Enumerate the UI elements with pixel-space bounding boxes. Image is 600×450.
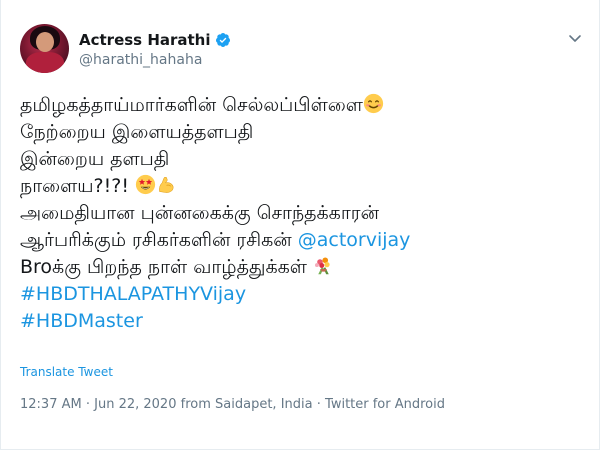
flexed-biceps-icon: [159, 176, 174, 193]
translate-tweet-link[interactable]: Translate Tweet: [20, 365, 113, 379]
from-label: from: [180, 397, 211, 412]
avatar-body: [26, 52, 64, 73]
tweet-line-3: இன்றைய தளபதி: [20, 148, 170, 170]
author-handle[interactable]: @harathi_hahaha: [79, 52, 202, 68]
avatar[interactable]: [20, 24, 69, 73]
avatar-face: [36, 32, 54, 52]
tweet-line-4: நாளைய?!?!: [20, 173, 590, 200]
tweet-line-2: நேற்றைய இளையத்தளபதி: [20, 121, 254, 143]
tweet-date[interactable]: Jun 22, 2020: [94, 397, 176, 412]
hashtag-link-1[interactable]: #HBDTHALAPATHYVijay: [20, 281, 590, 308]
tweet-location[interactable]: Saidapet, India: [215, 397, 313, 412]
tweet-line-7: Broக்கு பிறந்த நாள் வாழ்த்துக்கள்: [20, 254, 590, 281]
smiling-face-icon: [363, 93, 383, 114]
tweet-line-5: அமைதியான புன்னகைக்கு சொந்தக்காரன்: [20, 202, 379, 224]
tweet-time[interactable]: 12:37 AM: [20, 397, 82, 412]
verified-badge-icon: [215, 33, 230, 47]
display-name[interactable]: Actress Harathi: [79, 31, 211, 49]
meta-separator-2: ·: [316, 397, 321, 412]
chevron-down-icon[interactable]: [567, 30, 583, 46]
star-struck-icon: [135, 174, 156, 195]
tweet-line-1: தமிழகத்தாய்மார்களின் செல்லப்பிள்ளை: [20, 92, 590, 119]
bouquet-icon: [314, 257, 330, 275]
hashtag-link-2[interactable]: #HBDMaster: [20, 308, 590, 335]
mention-link[interactable]: @actorvijay: [298, 229, 411, 251]
meta-separator: ·: [85, 397, 90, 412]
tweet-text: தமிழகத்தாய்மார்களின் செல்லப்பிள்ளை நேற்ற…: [20, 92, 590, 335]
author-name-row[interactable]: Actress Harathi: [79, 30, 231, 50]
tweet-card: Actress Harathi @harathi_hahaha தமிழகத்த…: [0, 0, 600, 450]
tweet-line-6: ஆர்பரிக்கும் ரசிகர்களின் ரசிகன் @actorvi…: [20, 229, 411, 251]
tweet-source[interactable]: Twitter for Android: [325, 397, 445, 412]
tweet-metadata: 12:37 AM · Jun 22, 2020 from Saidapet, I…: [20, 397, 445, 412]
